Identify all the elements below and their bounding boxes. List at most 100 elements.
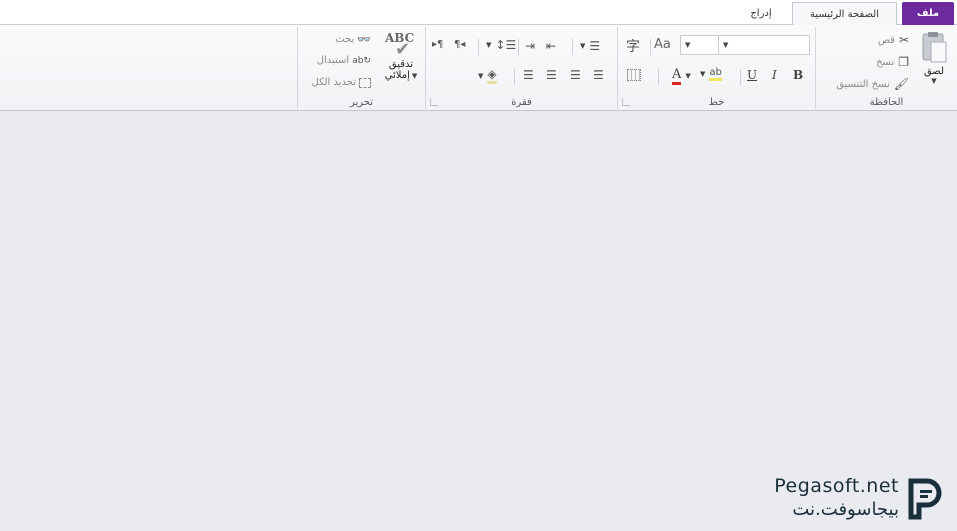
bullet-list-icon: ☰ [589, 39, 601, 53]
spelling-label-line2: إملائي [384, 70, 410, 81]
editing-group: ABC ✔ تدقيق إملائي ▼ بحث 👓 استبدال ab↻ ت… [297, 27, 425, 109]
paste-icon [922, 32, 947, 63]
paragraph-separator-3 [478, 39, 479, 55]
pegasoft-watermark: Pegasoft.net بيجاسوفت.نت [763, 475, 943, 523]
align-left-button[interactable]: ☰ [546, 68, 557, 82]
character-border-button[interactable] [627, 69, 641, 81]
tab-file[interactable]: ملف [902, 2, 954, 25]
cut-button[interactable]: قص ✂ [878, 33, 909, 47]
clipboard-group: لصق ▼ قص ✂ نسخ ❐ نسخ التنسيق 🖌 الحافظة [815, 27, 957, 109]
change-case-button[interactable]: Aa [654, 37, 671, 52]
shading-dropdown-icon: ▼ [478, 71, 484, 80]
format-painter-icon: 🖌 [893, 77, 909, 91]
font-group-label: خط [708, 97, 725, 108]
binoculars-icon: 👓 [357, 33, 371, 46]
font-group: ▼ ▼ Aa 字 B I U ▼ ab A ▼ خط [617, 27, 815, 109]
highlight-dropdown-icon: ▼ [700, 70, 706, 78]
align-center-icon: ☰ [570, 68, 581, 82]
copy-icon: ❐ [898, 55, 909, 69]
watermark-latin-text: Pegasoft.net [774, 475, 899, 497]
align-center-button[interactable]: ☰ [570, 68, 581, 82]
line-spacing-icon: ↕☰ [495, 38, 517, 52]
font-separator-1 [650, 39, 651, 55]
spelling-dropdown-icon: ▼ [411, 71, 418, 80]
watermark-arabic-text: بيجاسوفت.نت [792, 499, 899, 520]
bullets-button[interactable]: ▼ ☰ [580, 39, 600, 53]
font-color-dropdown-icon: ▼ [685, 72, 691, 80]
font-separator-2 [740, 69, 741, 85]
paragraph-separator-1 [572, 39, 573, 55]
right-to-left-icon: ¶◂ [454, 39, 466, 50]
copy-button[interactable]: نسخ ❐ [876, 55, 909, 69]
ribbon-tab-bar: ملف الصفحة الرئيسية إدراج [0, 0, 957, 26]
replace-icon: ab↻ [352, 55, 371, 66]
replace-label: استبدال [316, 55, 350, 66]
dotted-grid-icon [627, 69, 641, 81]
underline-icon: U [747, 68, 758, 82]
rtl-direction-button[interactable]: ¶◂ [454, 39, 465, 50]
tab-insert[interactable]: إدراج [737, 2, 785, 25]
select-all-icon [359, 77, 371, 88]
align-right-icon: ☰ [593, 68, 604, 82]
spelling-check-icon: ABC ✔ [385, 31, 417, 60]
italic-button[interactable]: I [772, 68, 777, 82]
bold-icon: B [793, 68, 804, 82]
format-painter-button[interactable]: نسخ التنسيق 🖌 [836, 77, 909, 91]
pegasoft-logo-icon [908, 478, 942, 520]
change-case-icon: Aa [654, 37, 671, 52]
align-right-button[interactable]: ☰ [593, 68, 604, 82]
italic-icon: I [772, 68, 777, 82]
paragraph-group: ▼ ☰ ⇤ ⇥ ▼ ↕☰ ¶◂ ▸¶ ☰ ☰ ☰ ☰ ▼ ◈ فقرة [425, 27, 617, 109]
phonetic-guide-icon: 字 [626, 39, 640, 55]
justify-button[interactable]: ☰ [523, 68, 534, 82]
select-all-label: تحديد الكل [311, 77, 356, 88]
increase-indent-button[interactable]: ⇥ [525, 39, 535, 53]
find-label: بحث [335, 34, 355, 45]
document-workspace[interactable] [0, 111, 957, 531]
align-left-icon: ☰ [546, 68, 557, 82]
highlight-icon: ab [709, 67, 722, 81]
decrease-indent-icon: ⇤ [546, 39, 557, 53]
ltr-direction-button[interactable]: ▸¶ [432, 39, 443, 50]
checkmark-icon: ✔ [395, 39, 411, 60]
replace-button[interactable]: استبدال ab↻ [317, 55, 371, 66]
paste-label: لصق [923, 66, 945, 77]
paragraph-separator-2 [518, 39, 519, 55]
phonetic-guide-button[interactable]: 字 [626, 36, 640, 56]
copy-label: نسخ [876, 56, 895, 68]
shading-button[interactable]: ▼ ◈ [478, 67, 497, 84]
text-highlight-button[interactable]: ▼ ab [700, 67, 722, 81]
paste-dropdown-icon: ▼ [931, 77, 937, 85]
line-spacing-dropdown-icon: ▼ [486, 41, 492, 49]
tab-home[interactable]: الصفحة الرئيسية [792, 2, 897, 26]
select-all-button[interactable]: تحديد الكل [311, 77, 371, 88]
cut-label: قص [877, 34, 895, 46]
font-separator-3 [658, 69, 659, 85]
font-color-button[interactable]: A ▼ [672, 67, 691, 85]
underline-button[interactable]: U [747, 68, 757, 82]
paint-bucket-icon: ◈ [487, 67, 497, 84]
increase-indent-icon: ⇥ [525, 39, 536, 53]
paste-button[interactable]: لصق ▼ [919, 31, 949, 89]
font-name-combo[interactable]: ▼ [718, 35, 810, 55]
spelling-label-line1: تدقيق [388, 59, 414, 70]
paragraph-group-label: فقرة [511, 97, 532, 108]
justify-icon: ☰ [523, 68, 534, 82]
paragraph-separator-4 [514, 69, 515, 85]
scissors-icon: ✂ [898, 33, 909, 47]
left-to-right-icon: ▸¶ [432, 39, 444, 50]
ribbon: لصق ▼ قص ✂ نسخ ❐ نسخ التنسيق 🖌 الحافظة ▼… [0, 25, 957, 111]
clipboard-group-label: الحافظة [869, 97, 904, 108]
editing-group-label: تحرير [349, 97, 374, 108]
bold-button[interactable]: B [793, 68, 803, 82]
format-painter-label: نسخ التنسيق [836, 78, 890, 90]
find-button[interactable]: بحث 👓 [335, 33, 371, 46]
decrease-indent-button[interactable]: ⇤ [546, 39, 556, 53]
font-name-dropdown-icon: ▼ [723, 41, 729, 49]
spelling-label-line2-wrap: إملائي ▼ [385, 70, 418, 81]
font-size-dropdown-icon: ▼ [685, 41, 691, 49]
bullets-dropdown-icon: ▼ [580, 42, 586, 50]
spelling-button[interactable]: ABC ✔ تدقيق إملائي ▼ [380, 31, 422, 91]
font-color-icon: A [672, 67, 682, 85]
line-spacing-button[interactable]: ▼ ↕☰ [486, 38, 516, 52]
